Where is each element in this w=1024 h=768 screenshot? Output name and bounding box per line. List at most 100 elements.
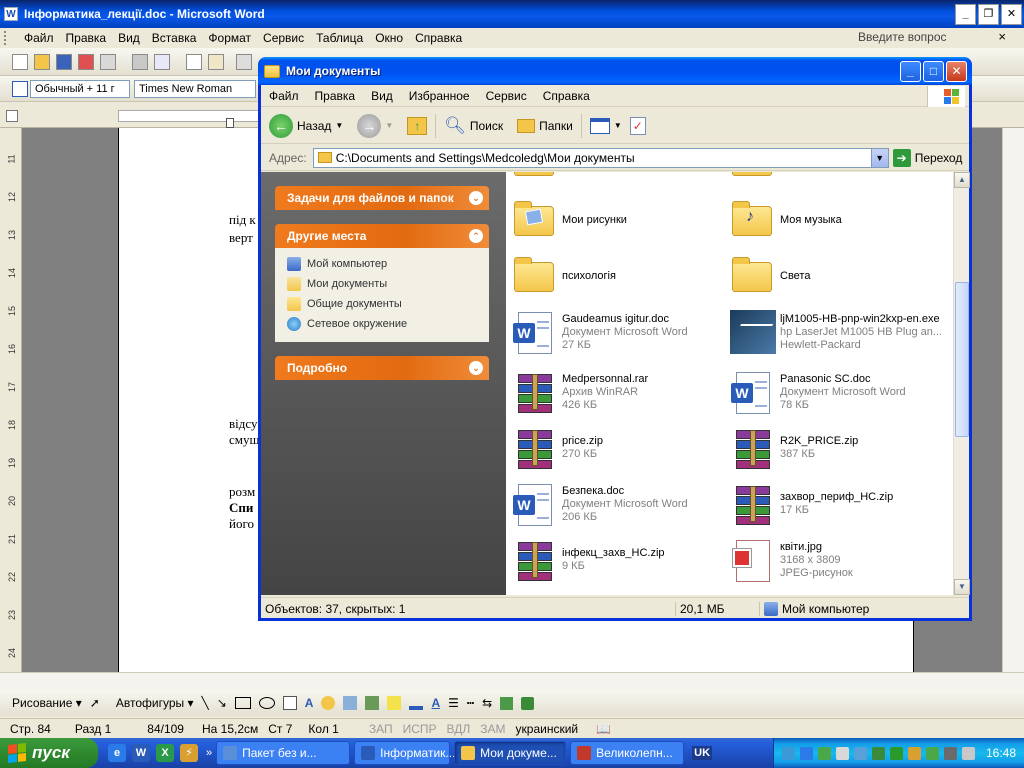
menu-view[interactable]: Вид [112, 31, 146, 45]
word-minimize-button[interactable]: _ [955, 3, 976, 25]
tab-selector-icon[interactable] [6, 110, 18, 122]
volume-icon[interactable] [961, 746, 975, 760]
menu-format[interactable]: Формат [202, 31, 257, 45]
explorer-maximize-button[interactable]: □ [923, 60, 944, 82]
status-rec[interactable]: ЗАП [369, 722, 393, 736]
word-horizontal-scrollbar[interactable] [0, 672, 1024, 690]
cut-icon[interactable] [236, 54, 252, 70]
file-item[interactable]: price.zip 270 КБ [510, 422, 730, 474]
tray-icon[interactable] [781, 746, 795, 760]
print-preview-icon[interactable] [154, 54, 170, 70]
line-color-icon[interactable] [409, 706, 424, 710]
menu-file[interactable]: Файл [18, 31, 60, 45]
open-folder-icon[interactable] [34, 54, 50, 70]
up-folder-button[interactable]: ↑ [407, 116, 428, 135]
go-button[interactable]: ➔ Переход [892, 148, 962, 167]
close-document-button[interactable]: × [998, 29, 1006, 44]
status-overtype[interactable]: ЗАМ [480, 722, 505, 736]
menu-grip[interactable] [4, 31, 8, 45]
ex-menu-tools[interactable]: Сервис [478, 89, 535, 103]
wordart-icon[interactable]: A [305, 696, 314, 710]
file-item-folder[interactable]: Света [728, 250, 948, 302]
word-vertical-scrollbar[interactable] [1002, 128, 1024, 672]
select-arrow-icon[interactable]: ➚ [90, 696, 100, 710]
place-network[interactable]: Сетевое окружение [287, 314, 477, 334]
details-panel-header[interactable]: Подробно ⌄ [275, 356, 489, 380]
indent-marker-icon[interactable] [226, 118, 234, 128]
autoshapes-menu[interactable]: Автофигуры ▾ [116, 696, 194, 710]
other-places-header[interactable]: Другие места ⌃ [275, 224, 489, 248]
chevron-down-icon[interactable]: ⌄ [469, 361, 483, 375]
menu-table[interactable]: Таблица [310, 31, 369, 45]
file-item[interactable]: W Panasonic SC.doc Документ Microsoft Wor… [728, 366, 948, 418]
file-item[interactable]: інфекц_захв_НС.zip 9 КБ [510, 534, 730, 586]
file-item[interactable]: захвор_периф_НС.zip 17 КБ [728, 478, 948, 530]
file-list-scrollbar[interactable]: ▲ ▼ [953, 172, 970, 595]
word-app-icon[interactable]: W [4, 7, 18, 21]
ex-menu-file[interactable]: Файл [261, 89, 307, 103]
spelling-icon[interactable] [186, 54, 202, 70]
ex-menu-edit[interactable]: Правка [307, 89, 364, 103]
file-item[interactable]: квіти.jpg 3168 x 3809 JPEG-рисунок [728, 534, 948, 586]
style-dropdown[interactable]: Обычный + 11 г [30, 79, 130, 98]
explorer-close-button[interactable]: ✕ [946, 60, 967, 82]
ex-menu-help[interactable]: Справка [535, 89, 598, 103]
menu-edit[interactable]: Правка [60, 31, 113, 45]
word-title-bar[interactable]: W Інформатика_лекції.doc - Microsoft Wor… [0, 0, 1024, 28]
scroll-up-icon[interactable]: ▲ [954, 172, 970, 188]
clock[interactable]: 16:48 [986, 746, 1016, 760]
tray-icon[interactable] [799, 746, 813, 760]
views-button[interactable]: ▼ [589, 117, 622, 134]
internet-explorer-icon[interactable]: e [108, 744, 126, 762]
list-item[interactable] [510, 172, 730, 186]
picture-icon[interactable] [365, 696, 380, 710]
taskbar-button[interactable]: Великолепн... [570, 741, 685, 765]
address-dropdown-button[interactable]: ▼ [870, 148, 888, 167]
tray-icon[interactable] [907, 746, 921, 760]
word-restore-button[interactable]: ❐ [978, 3, 999, 25]
word-close-button[interactable]: ✕ [1001, 3, 1022, 25]
scroll-thumb[interactable] [955, 282, 969, 437]
textbox-icon[interactable] [282, 696, 297, 710]
folders-button[interactable]: Папки [517, 118, 573, 133]
font-dropdown[interactable]: Times New Roman [134, 79, 256, 98]
shadow-icon[interactable] [500, 696, 514, 710]
file-item[interactable]: W Gaudeamus igitur.doc Документ Microsoft… [510, 306, 730, 358]
clipart-icon[interactable] [343, 696, 358, 710]
save-icon[interactable] [56, 54, 72, 70]
back-button[interactable]: ← Назад ▼ [269, 113, 343, 138]
file-item[interactable]: Medpersonnal.rar Архив WinRAR 426 КБ [510, 366, 730, 418]
line-style-icon[interactable]: ☰ [448, 696, 459, 710]
excel-icon[interactable]: X [156, 744, 174, 762]
spelling-status-icon[interactable]: 📖 [596, 722, 611, 736]
tray-icon[interactable] [889, 746, 903, 760]
dash-style-icon[interactable]: ┅ [467, 696, 474, 710]
tray-icon[interactable] [853, 746, 867, 760]
place-shared-documents[interactable]: Общие документы [287, 294, 477, 314]
word-icon[interactable]: W [132, 744, 150, 762]
list-item[interactable] [728, 172, 948, 186]
arrow-style-icon[interactable]: ⇆ [482, 696, 492, 710]
font-color-icon[interactable]: A [431, 696, 440, 710]
diagram-icon[interactable] [321, 696, 336, 710]
scroll-down-icon[interactable]: ▼ [954, 579, 970, 595]
file-item[interactable]: R2K_PRICE.zip 387 КБ [728, 422, 948, 474]
oval-icon[interactable] [258, 697, 275, 709]
tray-icon[interactable] [835, 746, 849, 760]
email-icon[interactable] [100, 54, 116, 70]
quick-launch-app-icon[interactable]: ⚡ [180, 744, 198, 762]
start-button[interactable]: пуск [0, 738, 98, 768]
explorer-title-bar[interactable]: Мои документы _ □ ✕ [258, 57, 972, 85]
search-button[interactable]: 🔍︎ Поиск [444, 116, 503, 136]
address-input[interactable]: C:\Documents and Settings\Medcoledg\Мои … [312, 147, 889, 168]
taskbar-button[interactable]: Мои докуме... [454, 741, 567, 765]
ex-menu-view[interactable]: Вид [363, 89, 401, 103]
tray-icon[interactable] [871, 746, 885, 760]
ask-question-field[interactable]: Введите вопрос [858, 30, 947, 44]
quick-launch-overflow-icon[interactable]: » [206, 747, 212, 759]
chevron-down-icon[interactable]: ⌄ [469, 191, 483, 205]
file-item-folder[interactable]: ♪ Моя музыка [728, 194, 948, 246]
styles-pane-icon[interactable] [12, 81, 28, 97]
line-icon[interactable]: ╲ [201, 696, 208, 710]
forward-button[interactable]: → ▼ [357, 113, 393, 138]
